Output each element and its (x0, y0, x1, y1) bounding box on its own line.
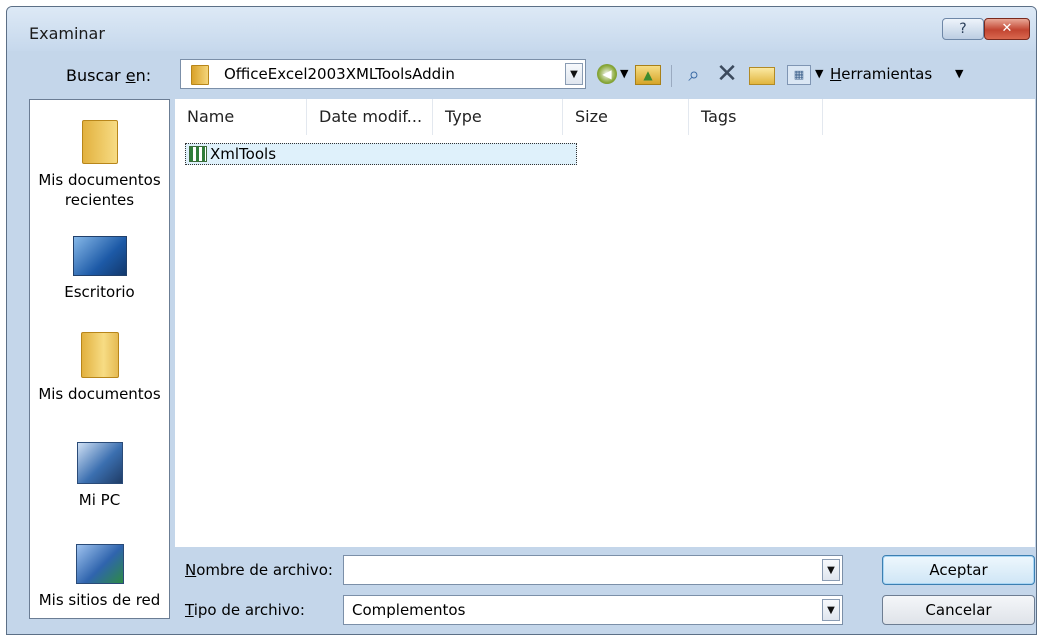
place-recent-documents[interactable]: Mis documentos recientes (30, 120, 169, 210)
place-network[interactable]: Mis sitios de red (30, 544, 169, 610)
column-header-type[interactable]: Type (433, 99, 563, 135)
filename-label: Nombre de archivo: (185, 561, 333, 579)
computer-icon (76, 442, 123, 484)
back-icon[interactable]: ◀ (597, 64, 617, 84)
column-header-date[interactable]: Date modif... (307, 99, 433, 135)
excel-addin-icon (189, 146, 207, 162)
filename-field[interactable]: ▼ (343, 555, 843, 585)
file-name: XmlTools (210, 145, 277, 163)
column-header-tags[interactable]: Tags (689, 99, 823, 135)
folder-icon (191, 65, 209, 85)
tools-dropdown[interactable]: ▼ (955, 62, 967, 86)
place-my-computer[interactable]: Mi PC (30, 442, 169, 510)
views-icon[interactable]: ▦ (787, 65, 811, 85)
help-button[interactable]: ? (942, 18, 984, 40)
chevron-down-icon[interactable]: ▼ (822, 599, 840, 621)
place-desktop[interactable]: Escritorio (30, 236, 169, 302)
file-list[interactable]: Name Date modif... Type Size Tags XmlToo… (175, 99, 1035, 547)
look-in-value: OfficeExcel2003XMLToolsAddin (224, 65, 455, 83)
chevron-down-icon[interactable]: ▼ (822, 559, 840, 581)
new-folder-icon[interactable] (749, 67, 775, 85)
places-bar: Mis documentos recientes Escritorio Mis … (29, 99, 170, 619)
ok-button[interactable]: Aceptar (882, 555, 1035, 585)
place-my-documents[interactable]: Mis documentos (30, 332, 169, 404)
list-item[interactable]: XmlTools (185, 143, 577, 165)
filetype-value: Complementos (352, 601, 466, 619)
look-in-label: Buscar en: (66, 66, 152, 85)
tools-menu[interactable]: Herramientas (830, 62, 950, 86)
delete-icon[interactable]: ✕ (714, 61, 740, 87)
recent-folder-icon (81, 120, 118, 164)
filetype-label: Tipo de archivo: (185, 601, 305, 619)
documents-folder-icon (80, 332, 119, 378)
views-dropdown[interactable]: ▼ (815, 62, 827, 86)
filetype-select[interactable]: Complementos ▼ (343, 595, 843, 625)
up-folder-icon[interactable]: ▲ (635, 65, 661, 85)
cancel-button[interactable]: Cancelar (882, 595, 1035, 625)
chevron-down-icon[interactable]: ▼ (565, 63, 583, 85)
network-icon (75, 544, 124, 584)
column-header-size[interactable]: Size (563, 99, 689, 135)
desktop-icon (72, 236, 127, 276)
search-icon[interactable]: ⌕ (681, 62, 707, 86)
close-button[interactable]: ✕ (984, 18, 1030, 40)
look-in-combo[interactable]: OfficeExcel2003XMLToolsAddin ▼ (180, 59, 586, 89)
back-history-dropdown[interactable]: ▼ (620, 62, 632, 86)
window-title: Examinar (29, 24, 105, 43)
toolbar-separator (671, 65, 672, 87)
file-open-dialog: Examinar ? ✕ Buscar en: OfficeExcel2003X… (6, 6, 1037, 635)
title-bar: Examinar ? ✕ (7, 7, 1036, 51)
column-header-name[interactable]: Name (175, 99, 307, 135)
